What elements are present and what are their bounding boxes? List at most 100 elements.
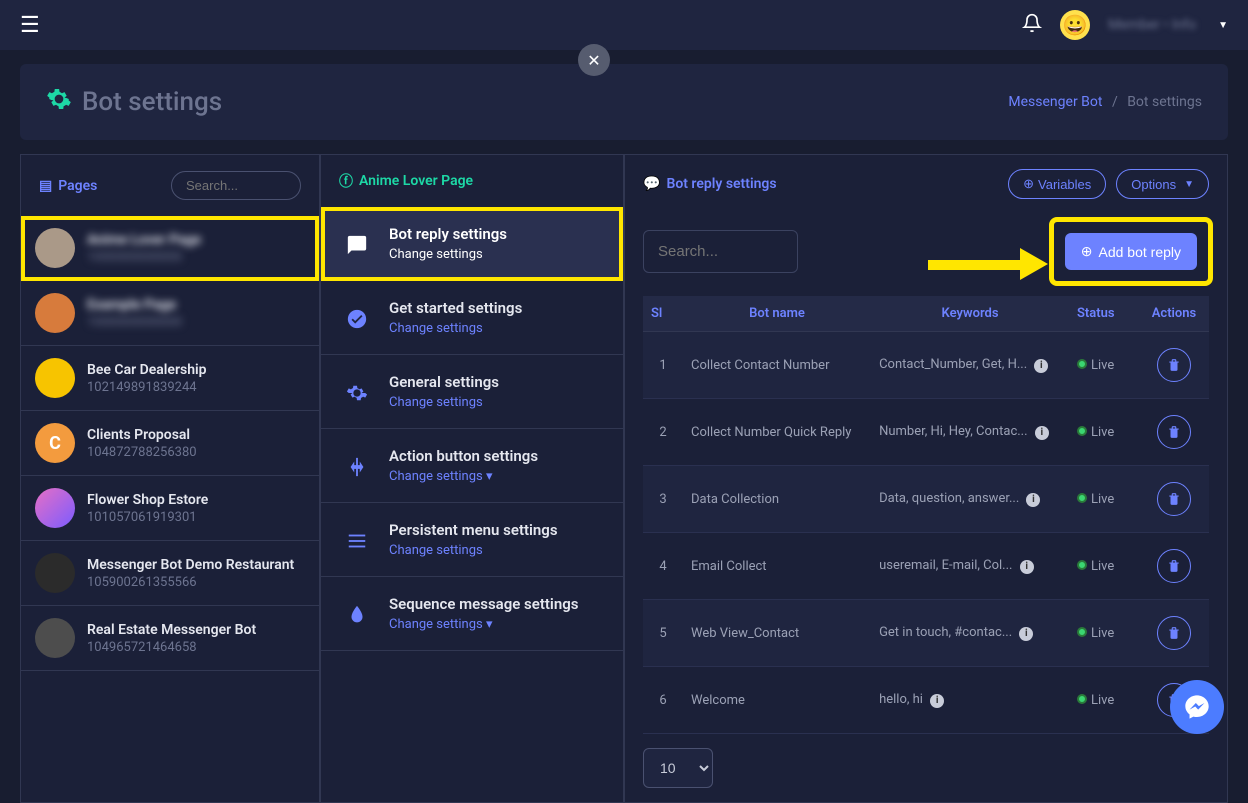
close-button[interactable]: ✕ [578,44,610,76]
settings-item[interactable]: Get started settings Change settings [321,281,623,355]
col-name[interactable]: Bot name [683,296,871,332]
col-keywords[interactable]: Keywords [871,296,1069,332]
drop-icon [341,599,373,631]
row-action-button[interactable] [1157,549,1191,583]
variables-button[interactable]: ⊕ Variables [1008,169,1106,199]
status-dot-icon [1077,426,1087,436]
page-avatar: C [35,423,75,463]
pages-search-input[interactable] [171,171,301,200]
row-action-button[interactable] [1157,616,1191,650]
change-settings-link[interactable]: Change settings [389,395,603,410]
options-button[interactable]: Options ▼ [1116,169,1209,199]
status-dot-icon [1077,493,1087,503]
pages-panel: ▤ Pages Anime Lover Page1000000000000Exa… [20,154,320,803]
cell-sl: 3 [643,466,683,533]
settings-item[interactable]: Persistent menu settings Change settings [321,503,623,577]
info-icon[interactable]: i [1026,493,1040,507]
page-item[interactable]: Real Estate Messenger Bot104965721464658 [21,606,319,671]
breadcrumb-parent[interactable]: Messenger Bot [1008,94,1102,110]
change-settings-link[interactable]: Change settings [389,321,603,336]
table-row: 2Collect Number Quick ReplyNumber, Hi, H… [643,399,1209,466]
page-avatar [35,618,75,658]
cell-name: Web View_Contact [683,600,871,667]
settings-title: Sequence message settings [389,595,603,613]
page-id: 104965721464658 [87,640,305,655]
page-item[interactable]: Anime Lover Page1000000000000 [21,216,319,281]
cell-status: Live [1069,466,1139,533]
cell-actions [1139,600,1209,667]
info-icon[interactable]: i [930,694,944,708]
page-item[interactable]: Bee Car Dealership102149891839244 [21,346,319,411]
page-id: 102149891839244 [87,380,305,395]
page-avatar [35,488,75,528]
table-row: 3Data CollectionData, question, answer..… [643,466,1209,533]
change-settings-link[interactable]: Change settings ▾ [389,469,603,484]
breadcrumb-current: Bot settings [1127,94,1202,110]
cell-name: Data Collection [683,466,871,533]
col-sl[interactable]: Sl [643,296,683,332]
cell-sl: 4 [643,533,683,600]
reply-search-input[interactable] [643,230,798,273]
page-name: Example Page [87,297,305,313]
cell-keywords: Get in touch, #contac... i [871,600,1069,667]
row-action-button[interactable] [1157,348,1191,382]
bot-reply-table: Sl Bot name Keywords Status Actions 1Col… [643,296,1209,734]
row-action-button[interactable] [1157,415,1191,449]
reply-panel: 💬 Bot reply settings ⊕ Variables Options… [624,154,1228,803]
chevron-down-icon[interactable]: ▼ [1218,20,1228,31]
page-item[interactable]: C Clients Proposal 104872788256380 [21,411,319,476]
page-id: 104872788256380 [87,445,305,460]
chat-icon: 💬 [643,176,660,192]
facebook-icon: ⓕ [339,171,353,191]
bell-icon[interactable] [1022,13,1042,38]
cell-actions [1139,399,1209,466]
info-icon[interactable]: i [1035,426,1049,440]
change-settings-link[interactable]: Change settings ▾ [389,617,603,632]
settings-title: Get started settings [389,299,603,317]
pager: 10 [625,734,1227,802]
settings-title: Bot reply settings [389,225,603,243]
user-name[interactable]: Member • Info [1108,17,1196,33]
cell-actions [1139,332,1209,399]
page-name: Clients Proposal [87,427,305,443]
cell-keywords: Contact_Number, Get, H... i [871,332,1069,399]
page-size-select[interactable]: 10 [643,748,713,788]
add-bot-reply-button[interactable]: ⊕ Add bot reply [1065,233,1197,270]
cell-sl: 5 [643,600,683,667]
messenger-fab[interactable] [1170,680,1224,734]
status-dot-icon [1077,694,1087,704]
page-item[interactable]: Flower Shop Estore101057061919301 [21,476,319,541]
hamburger-icon[interactable]: ☰ [20,13,40,38]
settings-item[interactable]: Bot reply settings Change settings [321,207,623,281]
page-id: 105900261355566 [87,575,305,590]
cell-status: Live [1069,399,1139,466]
table-row: 5Web View_ContactGet in touch, #contac..… [643,600,1209,667]
page-name: Flower Shop Estore [87,492,305,508]
change-settings-link[interactable]: Change settings [389,543,603,558]
info-icon[interactable]: i [1020,560,1034,574]
settings-item[interactable]: Sequence message settings Change settings… [321,577,623,651]
breadcrumb: Messenger Bot / Bot settings [1008,94,1202,110]
info-icon[interactable]: i [1034,359,1048,373]
user-avatar[interactable]: 😀 [1060,10,1090,40]
page-item[interactable]: Messenger Bot Demo Restaurant10590026135… [21,541,319,606]
change-settings-link[interactable]: Change settings [389,247,603,262]
cell-sl: 1 [643,332,683,399]
cell-name: Email Collect [683,533,871,600]
gear-icon [341,377,373,409]
pointer-icon [341,451,373,483]
info-icon[interactable]: i [1019,627,1033,641]
col-actions[interactable]: Actions [1139,296,1209,332]
page-avatar [35,553,75,593]
settings-item[interactable]: General settingsChange settings [321,355,623,429]
row-action-button[interactable] [1157,482,1191,516]
cell-actions [1139,533,1209,600]
cell-status: Live [1069,332,1139,399]
settings-title: Persistent menu settings [389,521,603,539]
cell-keywords: Number, Hi, Hey, Contac... i [871,399,1069,466]
col-status[interactable]: Status [1069,296,1139,332]
settings-item[interactable]: Action button settingsChange settings ▾ [321,429,623,503]
cell-sl: 6 [643,667,683,734]
page-item[interactable]: Example Page1000000000000 [21,281,319,346]
page-avatar [35,228,75,268]
